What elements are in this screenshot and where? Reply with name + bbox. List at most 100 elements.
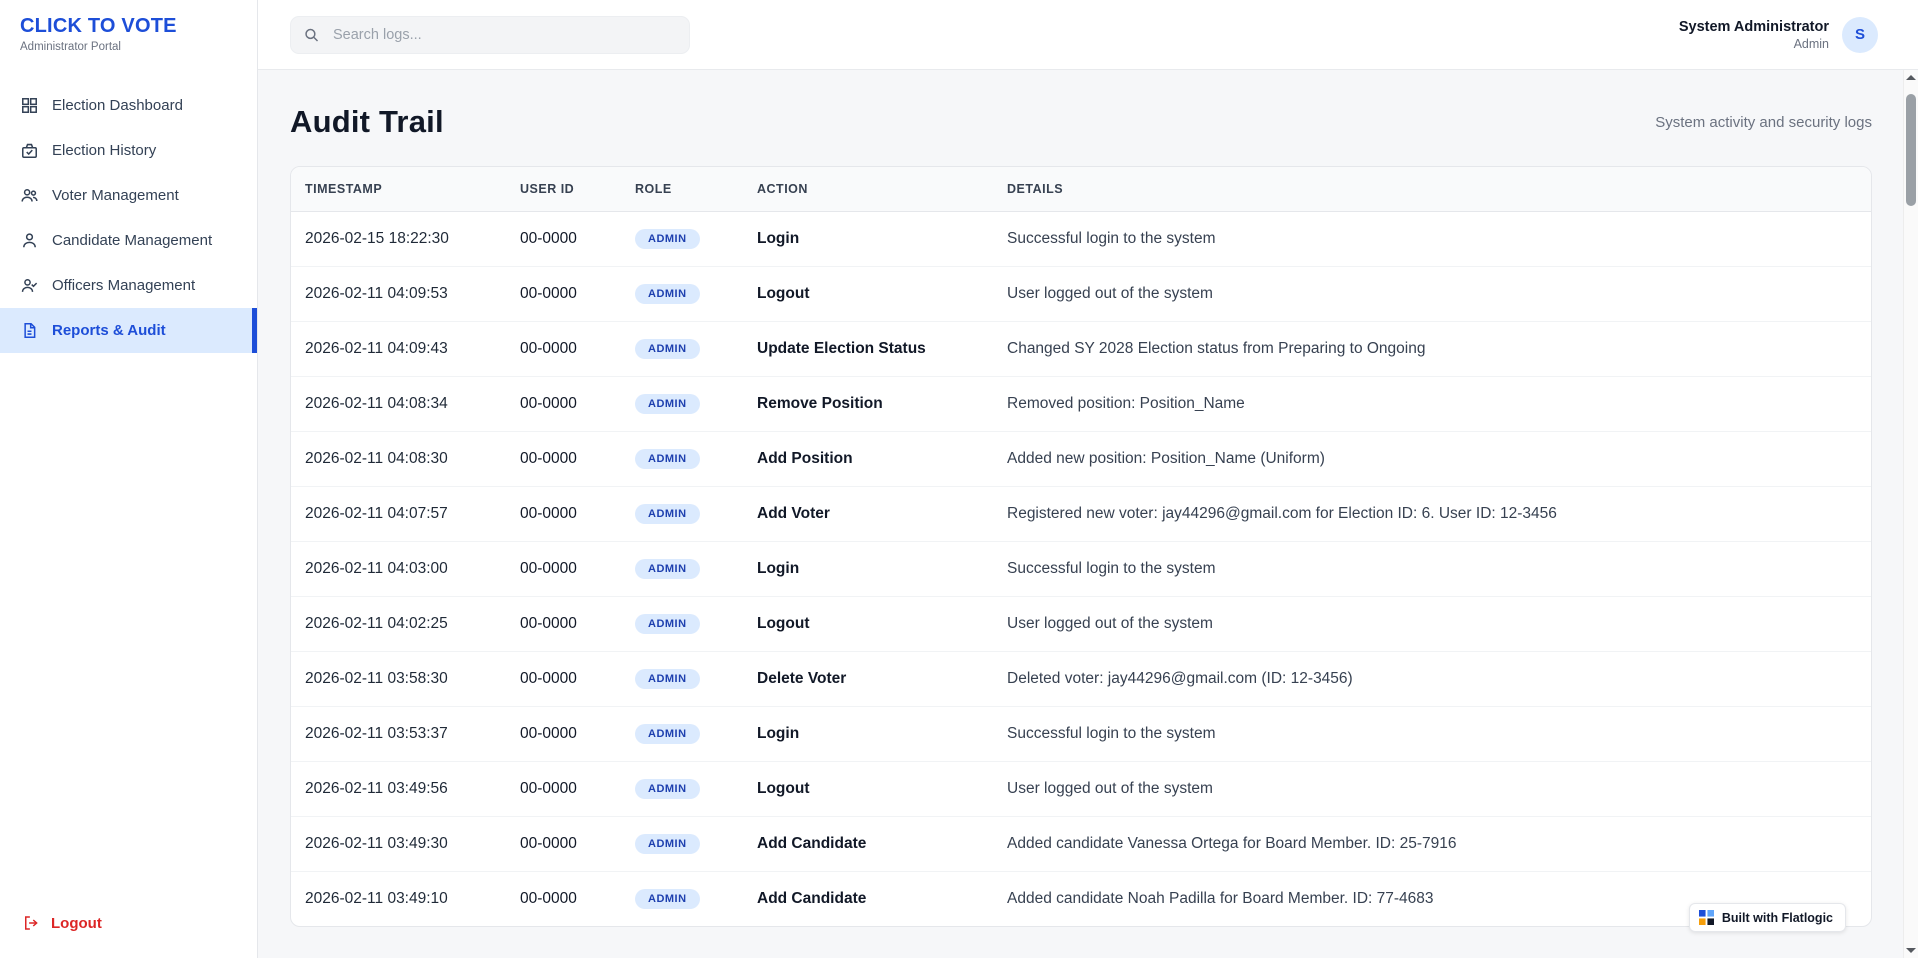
cell-timestamp: 2026-02-11 03:49:56 xyxy=(291,762,506,817)
cell-action: Remove Position xyxy=(743,377,993,432)
cell-timestamp: 2026-02-11 03:49:10 xyxy=(291,872,506,927)
role-badge: ADMIN xyxy=(635,504,700,524)
cell-role: ADMIN xyxy=(621,707,743,762)
logout-button[interactable]: Logout xyxy=(22,914,235,932)
table-row: 2026-02-11 04:08:34 00-0000 ADMIN Remove… xyxy=(291,377,1871,432)
cell-timestamp: 2026-02-11 04:03:00 xyxy=(291,542,506,597)
cell-details: Successful login to the system xyxy=(993,542,1871,597)
cell-timestamp: 2026-02-11 03:53:37 xyxy=(291,707,506,762)
cell-action: Login xyxy=(743,212,993,267)
cell-role: ADMIN xyxy=(621,322,743,377)
cell-user-id: 00-0000 xyxy=(506,267,621,322)
cell-timestamp: 2026-02-11 04:08:34 xyxy=(291,377,506,432)
flatlogic-badge[interactable]: Built with Flatlogic xyxy=(1689,903,1846,932)
role-badge: ADMIN xyxy=(635,779,700,799)
cell-user-id: 00-0000 xyxy=(506,872,621,927)
cell-user-id: 00-0000 xyxy=(506,542,621,597)
audit-table-card: TIMESTAMP USER ID ROLE ACTION DETAILS 20… xyxy=(290,166,1872,927)
table-row: 2026-02-11 04:09:53 00-0000 ADMIN Logout… xyxy=(291,267,1871,322)
sidebar-item-candidate-management[interactable]: Candidate Management xyxy=(0,218,257,263)
brand: CLICK TO VOTE Administrator Portal xyxy=(0,0,257,65)
role-badge: ADMIN xyxy=(635,724,700,744)
flatlogic-badge-label: Built with Flatlogic xyxy=(1722,911,1833,925)
cell-details: User logged out of the system xyxy=(993,597,1871,652)
voters-icon xyxy=(20,186,39,205)
cell-action: Add Voter xyxy=(743,487,993,542)
cell-timestamp: 2026-02-15 18:22:30 xyxy=(291,212,506,267)
cell-user-id: 00-0000 xyxy=(506,322,621,377)
cell-details: User logged out of the system xyxy=(993,267,1871,322)
page-subtitle: System activity and security logs xyxy=(1655,114,1872,131)
cell-user-id: 00-0000 xyxy=(506,817,621,872)
table-row: 2026-02-11 03:49:10 00-0000 ADMIN Add Ca… xyxy=(291,872,1871,927)
cell-role: ADMIN xyxy=(621,377,743,432)
cell-details: Successful login to the system xyxy=(993,212,1871,267)
scrollbar-down-arrow[interactable] xyxy=(1906,948,1916,953)
cell-role: ADMIN xyxy=(621,432,743,487)
audit-table: TIMESTAMP USER ID ROLE ACTION DETAILS 20… xyxy=(291,167,1871,926)
column-header-user-id: USER ID xyxy=(506,167,621,212)
sidebar-item-voter-management[interactable]: Voter Management xyxy=(0,173,257,218)
topbar: System Administrator Admin S xyxy=(258,0,1918,70)
cell-timestamp: 2026-02-11 04:09:43 xyxy=(291,322,506,377)
cell-action: Logout xyxy=(743,597,993,652)
cell-action: Add Position xyxy=(743,432,993,487)
cell-role: ADMIN xyxy=(621,597,743,652)
logout-icon xyxy=(22,914,40,932)
table-row: 2026-02-11 03:49:56 00-0000 ADMIN Logout… xyxy=(291,762,1871,817)
role-badge: ADMIN xyxy=(635,394,700,414)
table-row: 2026-02-15 18:22:30 00-0000 ADMIN Login … xyxy=(291,212,1871,267)
sidebar-item-label: Candidate Management xyxy=(52,232,212,249)
user-menu[interactable]: System Administrator Admin S xyxy=(1679,17,1878,53)
user-info: System Administrator Admin xyxy=(1679,19,1829,51)
sidebar-item-label: Reports & Audit xyxy=(52,322,166,339)
cell-details: Removed position: Position_Name xyxy=(993,377,1871,432)
cell-details: User logged out of the system xyxy=(993,762,1871,817)
cell-details: Successful login to the system xyxy=(993,707,1871,762)
cell-details: Added new position: Position_Name (Unifo… xyxy=(993,432,1871,487)
scrollbar-thumb[interactable] xyxy=(1906,94,1916,206)
sidebar-item-reports-audit[interactable]: Reports & Audit xyxy=(0,308,257,353)
cell-role: ADMIN xyxy=(621,542,743,597)
candidate-icon xyxy=(20,231,39,250)
cell-timestamp: 2026-02-11 04:07:57 xyxy=(291,487,506,542)
cell-role: ADMIN xyxy=(621,267,743,322)
table-row: 2026-02-11 03:53:37 00-0000 ADMIN Login … xyxy=(291,707,1871,762)
cell-details: Deleted voter: jay44296@gmail.com (ID: 1… xyxy=(993,652,1871,707)
scrollbar-up-arrow[interactable] xyxy=(1906,75,1916,80)
sidebar-nav: Election Dashboard Election History Vote… xyxy=(0,83,257,353)
cell-role: ADMIN xyxy=(621,762,743,817)
avatar[interactable]: S xyxy=(1842,17,1878,53)
sidebar: CLICK TO VOTE Administrator Portal Elect… xyxy=(0,0,258,958)
sidebar-item-label: Election History xyxy=(52,142,156,159)
flatlogic-logo-icon xyxy=(1699,910,1714,925)
role-badge: ADMIN xyxy=(635,614,700,634)
cell-details: Changed SY 2028 Election status from Pre… xyxy=(993,322,1871,377)
search-input[interactable] xyxy=(290,16,690,54)
main-content: Audit Trail System activity and security… xyxy=(258,70,1918,958)
cell-timestamp: 2026-02-11 04:09:53 xyxy=(291,267,506,322)
election-history-icon xyxy=(20,141,39,160)
column-header-action: ACTION xyxy=(743,167,993,212)
table-row: 2026-02-11 04:09:43 00-0000 ADMIN Update… xyxy=(291,322,1871,377)
cell-role: ADMIN xyxy=(621,872,743,927)
table-row: 2026-02-11 04:03:00 00-0000 ADMIN Login … xyxy=(291,542,1871,597)
table-row: 2026-02-11 04:02:25 00-0000 ADMIN Logout… xyxy=(291,597,1871,652)
sidebar-item-election-history[interactable]: Election History xyxy=(0,128,257,173)
table-row: 2026-02-11 04:07:57 00-0000 ADMIN Add Vo… xyxy=(291,487,1871,542)
cell-action: Add Candidate xyxy=(743,872,993,927)
scrollbar[interactable] xyxy=(1903,70,1918,958)
sidebar-item-election-dashboard[interactable]: Election Dashboard xyxy=(0,83,257,128)
sidebar-bottom: Logout xyxy=(0,914,257,958)
sidebar-item-officers-management[interactable]: Officers Management xyxy=(0,263,257,308)
audit-table-head: TIMESTAMP USER ID ROLE ACTION DETAILS xyxy=(291,167,1871,212)
user-role: Admin xyxy=(1679,37,1829,51)
role-badge: ADMIN xyxy=(635,449,700,469)
cell-action: Delete Voter xyxy=(743,652,993,707)
cell-role: ADMIN xyxy=(621,817,743,872)
table-row: 2026-02-11 03:58:30 00-0000 ADMIN Delete… xyxy=(291,652,1871,707)
column-header-details: DETAILS xyxy=(993,167,1871,212)
cell-timestamp: 2026-02-11 04:02:25 xyxy=(291,597,506,652)
cell-action: Update Election Status xyxy=(743,322,993,377)
brand-subtitle: Administrator Portal xyxy=(20,41,237,53)
